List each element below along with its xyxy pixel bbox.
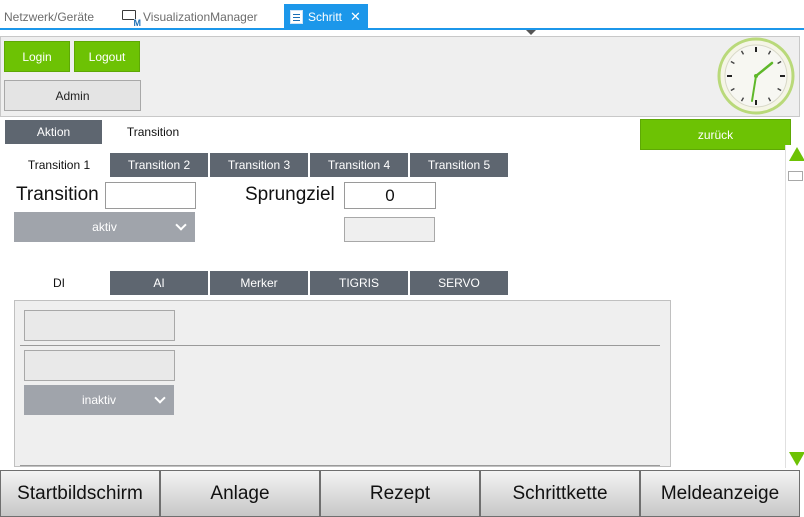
sprungziel-input[interactable]: 0 <box>344 182 436 209</box>
nav-rezept-button[interactable]: Rezept <box>320 470 480 517</box>
dropdown-value: aktiv <box>92 220 117 234</box>
dropdown-value: inaktiv <box>81 393 116 407</box>
bottom-navigation: Startbildschirm Anlage Rezept Schrittket… <box>0 470 804 517</box>
document-tab-strip: Netzwerk/Geräte M VisualizationManager S… <box>0 0 804 30</box>
tab-transition-4[interactable]: Transition 4 <box>310 153 408 177</box>
io-field-2[interactable] <box>24 350 175 381</box>
back-button[interactable]: zurück <box>640 119 791 150</box>
io-field-1[interactable] <box>24 310 175 341</box>
chevron-down-icon <box>154 392 166 404</box>
nav-meldeanzeige-button[interactable]: Meldeanzeige <box>640 470 800 517</box>
tab-merker[interactable]: Merker <box>210 271 308 295</box>
divider <box>20 465 660 466</box>
tab-transition-1[interactable]: Transition 1 <box>10 153 108 177</box>
scroll-down-arrow-icon[interactable] <box>789 452 804 466</box>
close-icon[interactable]: ✕ <box>350 9 361 25</box>
tab-transition-3[interactable]: Transition 3 <box>210 153 308 177</box>
sprungziel-label: Sprungziel <box>245 184 335 205</box>
doc-tab-visualization-manager[interactable]: M VisualizationManager <box>122 5 258 28</box>
tab-aktion[interactable]: Aktion <box>5 120 102 144</box>
nav-anlage-button[interactable]: Anlage <box>160 470 320 517</box>
vertical-scrollbar[interactable] <box>785 145 804 468</box>
tab-transition-2[interactable]: Transition 2 <box>110 153 208 177</box>
tab-transition[interactable]: Transition <box>104 120 202 144</box>
admin-button[interactable]: Admin <box>4 80 141 111</box>
transition-input[interactable] <box>105 182 196 209</box>
chevron-down-icon <box>175 219 187 231</box>
divider <box>20 345 660 346</box>
transition-status-dropdown[interactable]: aktiv <box>14 212 195 242</box>
doc-tab-netzwerk[interactable]: Netzwerk/Geräte <box>4 5 94 28</box>
doc-tab-label: Netzwerk/Geräte <box>4 9 95 24</box>
nav-schrittkette-button[interactable]: Schrittkette <box>480 470 640 517</box>
tab-ai[interactable]: AI <box>110 271 208 295</box>
doc-tab-schritt[interactable]: Schritt ✕ <box>284 4 368 30</box>
tab-tigris[interactable]: TIGRIS <box>310 271 408 295</box>
tab-di[interactable]: DI <box>10 271 108 295</box>
visualization-manager-icon: M <box>122 9 141 28</box>
tab-servo[interactable]: SERVO <box>410 271 508 295</box>
io-status-dropdown[interactable]: inaktiv <box>24 385 174 415</box>
login-button[interactable]: Login <box>4 41 70 72</box>
sprungziel-display-field <box>344 217 435 242</box>
scroll-thumb[interactable] <box>788 171 803 181</box>
tab-transition-5[interactable]: Transition 5 <box>410 153 508 177</box>
doc-tab-label: VisualizationManager <box>143 9 258 24</box>
scroll-up-arrow-icon[interactable] <box>789 147 804 161</box>
nav-startbildschirm-button[interactable]: Startbildschirm <box>0 470 160 517</box>
app-window: Netzwerk/Geräte M VisualizationManager S… <box>0 0 804 517</box>
logout-button[interactable]: Logout <box>74 41 140 72</box>
transition-label: Transition <box>16 184 99 205</box>
analog-clock-icon <box>717 37 795 115</box>
doc-tab-label: Schritt <box>308 10 343 24</box>
screen-document-icon <box>290 10 303 24</box>
